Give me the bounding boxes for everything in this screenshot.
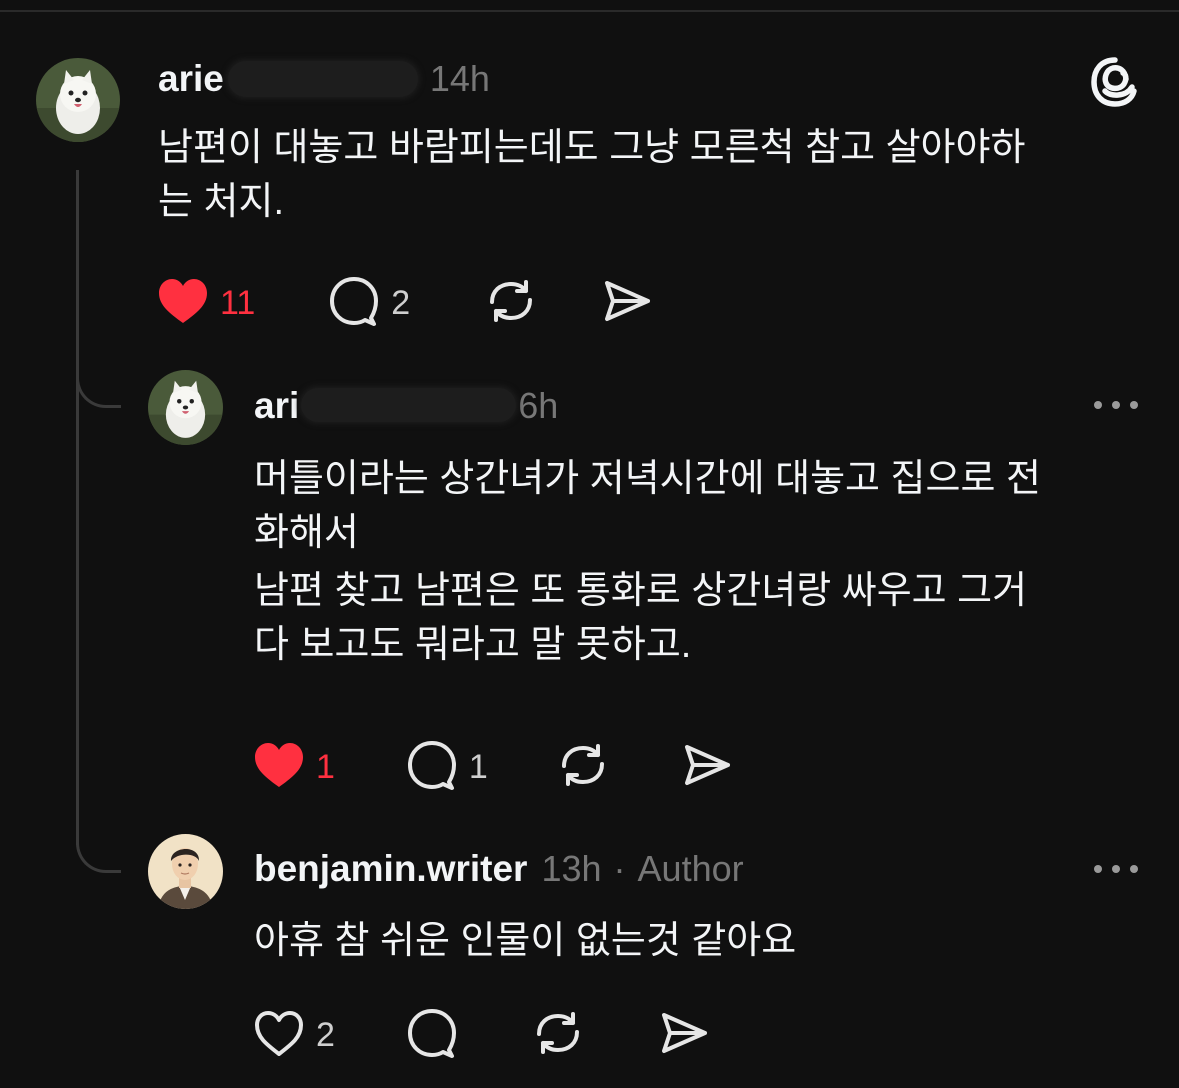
reply-count: 1 [468,748,488,786]
repost-arrows-icon [556,738,610,797]
avatar[interactable] [148,370,223,445]
meta-separator: · [613,848,626,889]
username[interactable]: arie [158,58,224,100]
avatar[interactable] [36,58,120,142]
thread-line [76,405,79,845]
thread-connector [76,375,121,408]
post-text-line: 화해서 [254,512,359,554]
repost-arrows-icon [484,274,538,333]
post-text-line: 남편이 대놓고 바람피는데도 그냥 모른척 참고 살아야하 [158,127,1026,169]
post-body: 남편이 대놓고 바람피는데도 그냥 모른척 참고 살아야하 는 처지. [158,121,1025,229]
heart-icon [252,740,306,795]
post-text-line: 아휴 참 쉬운 인물이 없는것 같아요 [254,920,797,962]
like-button[interactable]: 11 [156,276,255,331]
username[interactable]: ari [254,385,299,427]
share-button[interactable] [657,1006,711,1065]
like-count: 11 [220,284,256,322]
repost-arrows-icon [531,1006,585,1065]
post-header: arie 14h [158,55,490,100]
paper-plane-icon [657,1006,711,1065]
more-dots-icon[interactable] [1092,862,1140,881]
post-actions: 11 2 [156,274,654,333]
share-button[interactable] [600,274,654,333]
threads-logo-icon[interactable] [1088,55,1142,114]
reply-button[interactable] [405,1006,459,1065]
post-body: 아휴 참 쉬운 인물이 없는것 같아요 [254,914,796,968]
repost-button[interactable] [531,1006,585,1065]
speech-bubble-icon [405,1006,459,1065]
heart-icon [252,1008,306,1063]
share-button[interactable] [680,738,734,797]
post-body: 머틀이라는 상간녀가 저녁시간에 대놓고 집으로 전 화해서 남편 찾고 남편은… [254,452,1041,672]
more-dots-icon[interactable] [1092,398,1140,417]
paper-plane-icon [600,274,654,333]
reply-button[interactable]: 2 [327,274,410,333]
post-actions: 2 [252,1006,711,1065]
post-time[interactable]: 13h [541,848,601,890]
heart-icon [156,276,210,331]
repost-button[interactable] [484,274,538,333]
thread-line [76,170,79,405]
repost-button[interactable] [556,738,610,797]
post-header: benjamin.writer 13h · Author [254,848,744,890]
speech-bubble-icon [327,274,381,333]
redaction-mark [227,61,418,97]
like-button[interactable]: 2 [252,1008,335,1063]
like-count: 2 [316,1016,335,1054]
like-button[interactable]: 1 [252,740,335,795]
reply-count: 2 [391,284,411,322]
post-actions: 1 1 [252,738,734,797]
post-text-line: 머틀이라는 상간녀가 저녁시간에 대놓고 집으로 전 [254,458,1041,500]
top-divider [0,0,1179,12]
post-time[interactable]: 14h [430,58,490,100]
thread-connector [76,838,121,873]
speech-bubble-icon [405,738,459,797]
like-count: 1 [316,748,335,786]
paper-plane-icon [680,738,734,797]
username[interactable]: benjamin.writer [254,848,527,890]
post-time[interactable]: 6h [518,385,558,427]
post-header: ari 6h [254,384,558,427]
avatar[interactable] [148,834,223,909]
redaction-mark [301,388,517,422]
post-text-line: 남편 찾고 남편은 또 통화로 상간녀랑 싸우고 그거 [254,570,1028,612]
reply-button[interactable]: 1 [405,738,488,797]
post-text-line: 는 처지. [158,181,284,223]
author-badge: Author [637,848,744,889]
post-text-line: 다 보고도 뭐라고 말 못하고. [254,624,692,666]
